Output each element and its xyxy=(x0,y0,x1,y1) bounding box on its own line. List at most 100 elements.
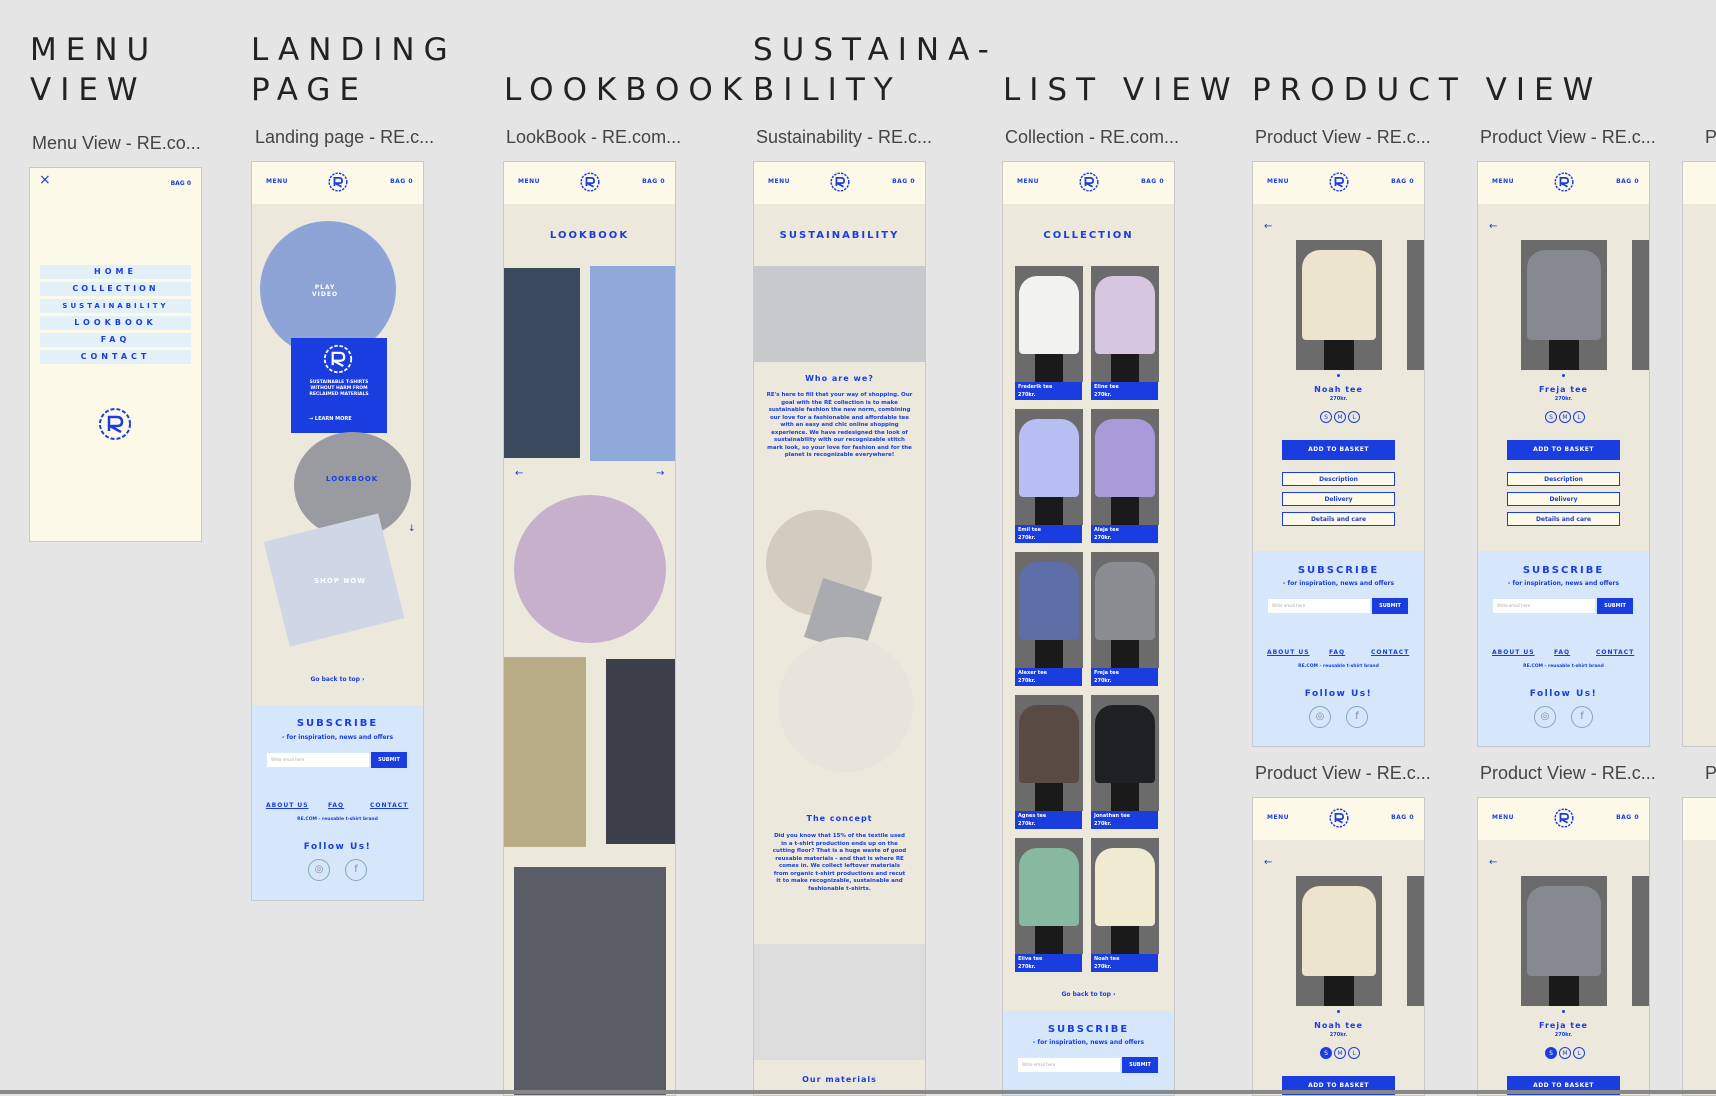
email-input[interactable]: Write email here xyxy=(267,753,369,767)
menu-item-home[interactable]: HOME xyxy=(40,265,191,279)
size-option-s[interactable]: S xyxy=(1545,411,1557,423)
facebook-icon[interactable]: f xyxy=(1346,706,1368,728)
product-card-caption[interactable]: Eliva tee 270kr. xyxy=(1015,954,1082,972)
instagram-icon[interactable]: ◎ xyxy=(1534,706,1556,728)
email-input[interactable]: Write email here xyxy=(1493,599,1595,613)
facebook-icon[interactable]: f xyxy=(1571,706,1593,728)
bag-link[interactable]: BAG 0 xyxy=(1616,814,1639,821)
facebook-icon[interactable]: f xyxy=(345,859,367,881)
faq-link[interactable]: FAQ xyxy=(1554,649,1570,656)
next-arrow-icon[interactable]: → xyxy=(656,468,664,479)
email-input[interactable]: Write email here xyxy=(1018,1058,1120,1072)
delivery-dropdown[interactable]: Delivery xyxy=(1282,492,1395,506)
frame-label-product-2[interactable]: Product View - RE.c... xyxy=(1480,127,1656,148)
size-option-m[interactable]: M xyxy=(1559,411,1571,423)
menu-item-contact[interactable]: CONTACT xyxy=(40,350,191,364)
instagram-icon[interactable]: ◎ xyxy=(1309,706,1331,728)
product-card-image[interactable] xyxy=(1091,409,1159,525)
frame-product-view[interactable]: MENU BAG 0 ← Noah tee 270kr. S M L ADD T… xyxy=(1252,797,1425,1096)
size-option-s[interactable]: S xyxy=(1320,1047,1332,1059)
product-card-caption[interactable]: Freja tee 270kr. xyxy=(1091,668,1158,686)
product-card-image[interactable] xyxy=(1091,838,1159,954)
product-card-caption[interactable]: Frederik tee 270kr. xyxy=(1015,382,1082,400)
carousel-dot[interactable] xyxy=(1562,374,1565,377)
frame-sustainability[interactable]: MENU BAG 0 SUSTAINABILITY Who are we? RE… xyxy=(753,161,926,1096)
menu-link[interactable]: MENU xyxy=(1492,814,1514,821)
chevron-down-icon[interactable]: ↓ xyxy=(408,524,416,534)
prev-arrow-icon[interactable]: ← xyxy=(515,468,523,479)
frame-product-view-partial[interactable] xyxy=(1682,161,1716,747)
logo-icon[interactable] xyxy=(830,172,850,192)
frame-label-product-cut-2[interactable]: P xyxy=(1705,763,1716,784)
bag-link[interactable]: BAG 0 xyxy=(1391,814,1414,821)
email-input[interactable]: Write email here xyxy=(1268,599,1370,613)
frame-label-product-cut-1[interactable]: P xyxy=(1705,127,1716,148)
submit-button[interactable]: SUBMIT xyxy=(1372,598,1408,614)
product-card-image[interactable] xyxy=(1015,552,1083,668)
back-arrow-icon[interactable]: ← xyxy=(1489,221,1497,232)
logo-icon[interactable] xyxy=(1329,172,1349,192)
product-card-image[interactable] xyxy=(1015,838,1083,954)
frame-product-view[interactable]: MENU BAG 0 ← Noah tee 270kr. S M L ADD T… xyxy=(1252,161,1425,747)
description-dropdown[interactable]: Description xyxy=(1507,472,1620,486)
about-us-link[interactable]: ABOUT US xyxy=(1267,649,1310,656)
add-to-basket-button[interactable]: ADD TO BASKET xyxy=(1507,440,1620,460)
about-us-link[interactable]: ABOUT US xyxy=(1492,649,1535,656)
learn-more-link[interactable]: → LEARN MORE xyxy=(309,416,352,422)
back-to-top-link[interactable]: Go back to top › xyxy=(1003,991,1174,998)
frame-label-product-1[interactable]: Product View - RE.c... xyxy=(1255,127,1431,148)
product-card-caption[interactable]: Alexer tee 270kr. xyxy=(1015,668,1082,686)
menu-link[interactable]: MENU xyxy=(1267,178,1289,185)
product-card-image[interactable] xyxy=(1091,266,1159,382)
menu-item-collection[interactable]: COLLECTION xyxy=(40,282,191,296)
menu-link[interactable]: MENU xyxy=(768,178,790,185)
menu-item-faq[interactable]: FAQ xyxy=(40,333,191,347)
size-option-m[interactable]: M xyxy=(1334,1047,1346,1059)
submit-button[interactable]: SUBMIT xyxy=(1597,598,1633,614)
size-option-l[interactable]: L xyxy=(1573,1047,1585,1059)
bag-link[interactable]: BAG 0 xyxy=(642,178,665,185)
carousel-dot[interactable] xyxy=(1562,1010,1565,1013)
size-option-m[interactable]: M xyxy=(1334,411,1346,423)
frame-label-menu[interactable]: Menu View - RE.co... xyxy=(32,133,201,154)
menu-item-sustainability[interactable]: SUSTAINABILITY xyxy=(40,299,191,313)
frame-label-landing[interactable]: Landing page - RE.c... xyxy=(255,127,434,148)
close-icon[interactable]: × xyxy=(39,172,51,188)
size-option-l[interactable]: L xyxy=(1348,411,1360,423)
frame-lookbook[interactable]: MENU BAG 0 LOOKBOOK ← → xyxy=(503,161,676,1096)
menu-link[interactable]: MENU xyxy=(1267,814,1289,821)
submit-button[interactable]: SUBMIT xyxy=(371,752,407,768)
contact-link[interactable]: CONTACT xyxy=(1371,649,1409,656)
size-option-s[interactable]: S xyxy=(1320,411,1332,423)
carousel-dot[interactable] xyxy=(1337,1010,1340,1013)
frame-label-sustainability[interactable]: Sustainability - RE.c... xyxy=(756,127,932,148)
product-card-caption[interactable]: Eline tee 270kr. xyxy=(1091,382,1158,400)
menu-item-lookbook[interactable]: LOOKBOOK xyxy=(40,316,191,330)
product-card-image[interactable] xyxy=(1091,695,1159,811)
faq-link[interactable]: FAQ xyxy=(328,802,344,809)
frame-label-product-3[interactable]: Product View - RE.c... xyxy=(1255,763,1431,784)
logo-icon[interactable] xyxy=(328,172,348,192)
size-option-l[interactable]: L xyxy=(1348,1047,1360,1059)
product-card-image[interactable] xyxy=(1015,409,1083,525)
delivery-dropdown[interactable]: Delivery xyxy=(1507,492,1620,506)
contact-link[interactable]: CONTACT xyxy=(370,802,408,809)
back-arrow-icon[interactable]: ← xyxy=(1264,857,1272,868)
product-card-caption[interactable]: Emil tee 270kr. xyxy=(1015,525,1082,543)
logo-icon[interactable] xyxy=(1079,172,1099,192)
frame-label-lookbook[interactable]: LookBook - RE.com... xyxy=(506,127,681,148)
menu-link[interactable]: MENU xyxy=(1017,178,1039,185)
instagram-icon[interactable]: ◎ xyxy=(308,859,330,881)
product-card-image[interactable] xyxy=(1015,695,1083,811)
product-card-caption[interactable]: Agnes tee 270kr. xyxy=(1015,811,1082,829)
frame-menu-view[interactable]: × BAG 0 HOME COLLECTION SUSTAINABILITY L… xyxy=(29,167,202,542)
frame-label-list[interactable]: Collection - RE.com... xyxy=(1005,127,1179,148)
menu-link[interactable]: MENU xyxy=(518,178,540,185)
add-to-basket-button[interactable]: ADD TO BASKET xyxy=(1282,440,1395,460)
description-dropdown[interactable]: Description xyxy=(1282,472,1395,486)
faq-link[interactable]: FAQ xyxy=(1329,649,1345,656)
shop-now-link[interactable]: SHOP NOW xyxy=(314,577,366,585)
logo-icon[interactable] xyxy=(1329,808,1349,828)
frame-product-view-partial[interactable] xyxy=(1682,797,1716,1096)
contact-link[interactable]: CONTACT xyxy=(1596,649,1634,656)
